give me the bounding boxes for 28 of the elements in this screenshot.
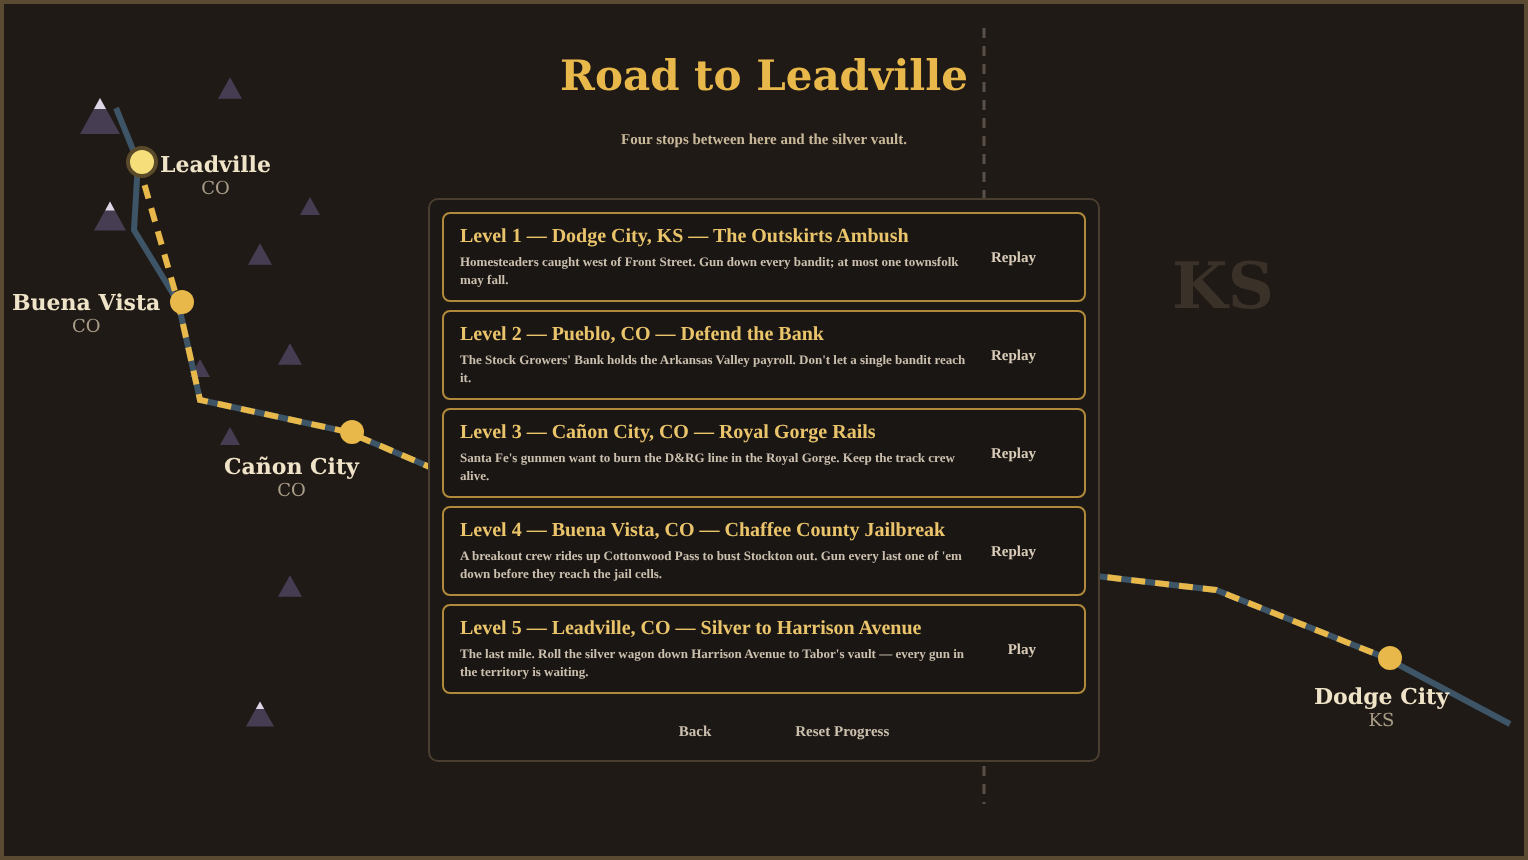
mountain-icon: [246, 701, 274, 727]
city-name: Leadville: [160, 150, 271, 180]
mountain-icon: [94, 201, 126, 231]
state-abbreviation: KS: [1368, 712, 1395, 734]
city-marker[interactable]: [126, 146, 158, 178]
level-title: Level 2 — Pueblo, CO — Defend the Bank: [460, 321, 826, 347]
mountain-icon: [278, 343, 302, 365]
city-marker[interactable]: [170, 290, 194, 314]
state-abbreviation: CO: [71, 318, 101, 340]
city-name: Buena Vista: [12, 288, 161, 318]
level-title: Level 5 — Leadville, CO — Silver to Harrison Avenue: [460, 615, 924, 641]
city-name: Dodge City: [1314, 682, 1449, 712]
level-title: Level 4 — Buena Vista, CO — Chaffee County Jailbreak: [460, 517, 948, 543]
city-marker[interactable]: [340, 420, 364, 444]
level-title: Level 3 — Cañon City, CO — Royal Gorge Rails: [460, 419, 878, 445]
mountain-icon: [218, 77, 242, 99]
state-abbreviation: CO: [277, 482, 306, 504]
city-name: Cañon City: [224, 452, 359, 482]
level-title: Level 1 — Dodge City, KS — The Outskirts Ambush: [460, 223, 911, 249]
mountain-icon: [248, 243, 272, 265]
mountain-icon: [220, 427, 240, 445]
state-abbreviation: CO: [201, 180, 230, 202]
mountain-icon: [80, 98, 120, 134]
mountain-icon: [190, 359, 210, 377]
page-title: Road to Leadville: [560, 48, 968, 104]
mountain-icon: [278, 575, 302, 597]
mountain-icon: [300, 197, 320, 215]
city-marker[interactable]: [1378, 646, 1402, 670]
